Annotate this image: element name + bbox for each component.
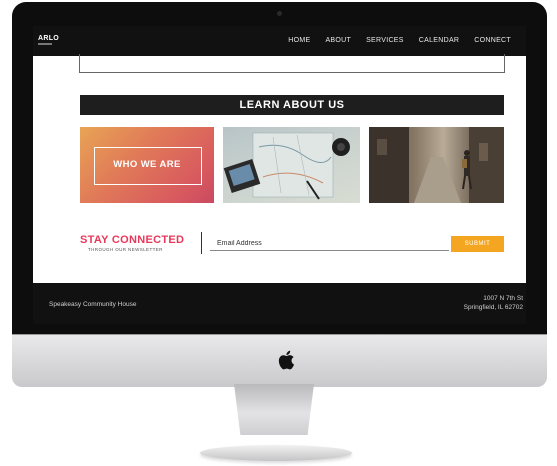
who-we-are-card[interactable]: WHO WE ARE xyxy=(80,127,214,203)
footer-organization: Speakeasy Community House xyxy=(49,301,137,308)
top-nav: ARLO HOME ABOUT SERVICES CALENDAR CONNEC… xyxy=(33,26,526,56)
street-walk-photo[interactable] xyxy=(369,127,504,203)
nav-item-about[interactable]: ABOUT xyxy=(325,37,351,44)
stay-connected-title: STAY CONNECTED xyxy=(80,234,185,246)
map-illustration xyxy=(223,132,350,200)
logo-underline xyxy=(38,43,52,45)
imac-monitor: ARLO HOME ABOUT SERVICES CALENDAR CONNEC… xyxy=(12,2,547,387)
website-screen: ARLO HOME ABOUT SERVICES CALENDAR CONNEC… xyxy=(33,26,526,324)
apple-logo-icon xyxy=(278,350,295,370)
nav-item-home[interactable]: HOME xyxy=(288,37,310,44)
newsletter-divider xyxy=(201,232,202,254)
monitor-stand-neck xyxy=(234,384,314,436)
nav-item-calendar[interactable]: CALENDAR xyxy=(419,37,460,44)
submit-button[interactable]: SUBMIT xyxy=(451,236,504,252)
learn-about-us-banner: LEARN ABOUT US xyxy=(80,95,504,115)
site-logo[interactable]: ARLO xyxy=(38,35,59,42)
email-input[interactable] xyxy=(210,236,449,251)
monitor-stand-base xyxy=(200,445,352,461)
footer-address-line2: Springfield, IL 62702 xyxy=(463,304,523,311)
street-illustration xyxy=(369,127,504,203)
site-footer: Speakeasy Community House 1007 N 7th St … xyxy=(33,283,526,324)
content-box xyxy=(79,54,505,73)
travel-map-photo[interactable] xyxy=(223,127,360,203)
nav-item-connect[interactable]: CONNECT xyxy=(474,37,511,44)
who-we-are-label: WHO WE ARE xyxy=(113,159,181,170)
footer-address: 1007 N 7th St Springfield, IL 62702 xyxy=(464,294,523,312)
stay-connected-subtitle: THROUGH OUR NEWSLETTER xyxy=(88,247,163,252)
nav-item-services[interactable]: SERVICES xyxy=(366,37,404,44)
nav-menu: HOME ABOUT SERVICES CALENDAR CONNECT xyxy=(288,37,526,44)
camera-icon xyxy=(277,11,282,16)
footer-address-line1: 1007 N 7th St xyxy=(483,295,523,302)
monitor-bezel: ARLO HOME ABOUT SERVICES CALENDAR CONNEC… xyxy=(12,2,547,334)
monitor-chin xyxy=(12,334,547,387)
